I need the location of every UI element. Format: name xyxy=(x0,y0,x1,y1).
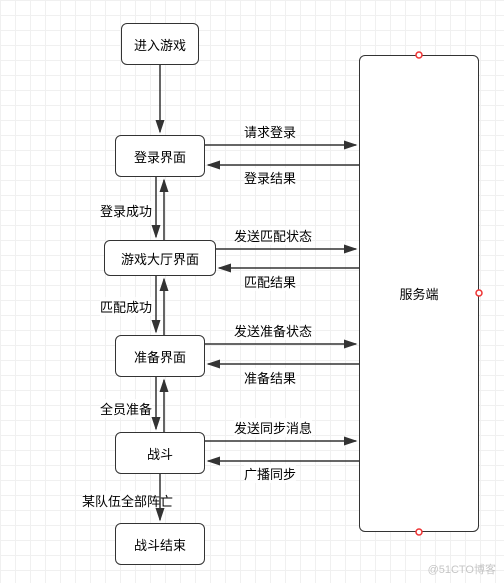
label-login-result: 登录结果 xyxy=(244,168,296,187)
node-end: 战斗结束 xyxy=(115,523,205,565)
node-server: 服务端 xyxy=(359,55,479,532)
label-send-match: 发送匹配状态 xyxy=(234,226,312,245)
label-req-login: 请求登录 xyxy=(244,122,296,141)
label-match-success: 匹配成功 xyxy=(100,297,152,316)
node-login: 登录界面 xyxy=(115,135,205,177)
label-login-success: 登录成功 xyxy=(100,201,152,220)
node-lobby: 游戏大厅界面 xyxy=(104,240,216,276)
watermark: @51CTO博客 xyxy=(428,561,496,577)
node-battle: 战斗 xyxy=(115,432,205,474)
label-send-ready: 发送准备状态 xyxy=(234,321,312,340)
label-team-dead: 某队伍全部阵亡 xyxy=(82,491,173,510)
label-broadcast: 广播同步 xyxy=(244,464,296,483)
node-enter: 进入游戏 xyxy=(121,23,199,65)
label-send-sync: 发送同步消息 xyxy=(234,418,312,437)
label-match-result: 匹配结果 xyxy=(244,272,296,291)
label-ready-result: 准备结果 xyxy=(244,368,296,387)
node-ready: 准备界面 xyxy=(115,335,205,377)
label-all-ready: 全员准备 xyxy=(100,399,152,418)
